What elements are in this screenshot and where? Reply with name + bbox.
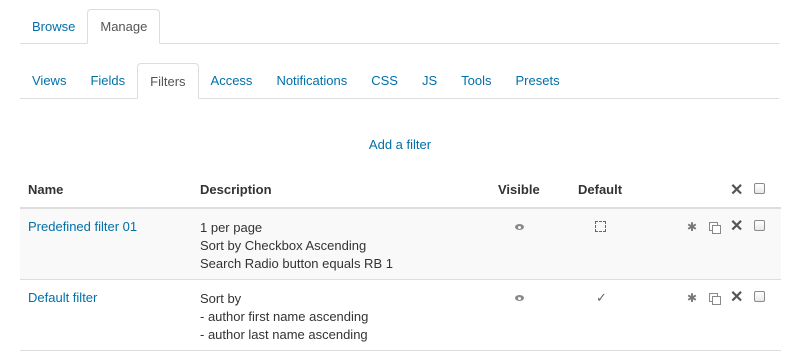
tab-notifications[interactable]: Notifications [264, 63, 359, 98]
header-default: Default [578, 182, 623, 197]
row-select-checkbox[interactable] [754, 291, 765, 302]
tab-filters[interactable]: Filters [137, 63, 199, 99]
description-line: - author last name ascending [200, 327, 368, 342]
dashed-square-icon[interactable] [595, 221, 606, 232]
filter-name-link[interactable]: Predefined filter 01 [28, 219, 137, 234]
select-all-checkbox[interactable] [754, 183, 765, 194]
header-name: Name [28, 182, 64, 197]
description-line: 1 per page [200, 220, 263, 235]
gear-icon[interactable]: ✱ [687, 292, 697, 304]
header-description: Description [200, 182, 272, 197]
description-line: Search Radio button equals RB 1 [200, 256, 393, 271]
duplicate-icon[interactable] [709, 293, 721, 305]
tab-tools[interactable]: Tools [449, 63, 503, 98]
delete-selected-icon[interactable]: ✕ [730, 183, 743, 199]
duplicate-icon[interactable] [709, 222, 721, 234]
add-filter-container: Add a filter [0, 137, 800, 152]
table-row: Predefined filter 01 1 per page Sort by … [20, 209, 781, 280]
filter-description: 1 per page Sort by Checkbox Ascending Se… [200, 219, 393, 273]
delete-icon[interactable]: ✕ [730, 290, 743, 306]
checkmark-icon[interactable]: ✓ [596, 291, 607, 304]
row-select-checkbox[interactable] [754, 220, 765, 231]
tab-css[interactable]: CSS [359, 63, 410, 98]
secondary-tabs: Views Fields Filters Access Notification… [20, 63, 779, 99]
gear-icon[interactable]: ✱ [687, 221, 697, 233]
primary-tabs: Browse Manage [20, 9, 779, 44]
eye-icon[interactable] [515, 295, 524, 301]
tab-access[interactable]: Access [199, 63, 265, 98]
table-row: Default filter Sort by - author first na… [20, 280, 781, 351]
description-line: - author first name ascending [200, 309, 369, 324]
tab-views[interactable]: Views [20, 63, 78, 98]
header-visible: Visible [498, 182, 540, 197]
tab-js[interactable]: JS [410, 63, 449, 98]
eye-icon[interactable] [515, 224, 524, 230]
tab-manage[interactable]: Manage [87, 9, 161, 44]
tab-presets[interactable]: Presets [504, 63, 572, 98]
filter-name-link[interactable]: Default filter [28, 290, 97, 305]
description-line: Sort by Checkbox Ascending [200, 238, 367, 253]
add-filter-link[interactable]: Add a filter [369, 137, 431, 152]
table-header: Name Description Visible Default ✕ [20, 172, 781, 209]
tab-browse[interactable]: Browse [20, 9, 87, 43]
filter-description: Sort by - author first name ascending - … [200, 290, 368, 344]
filters-table: Name Description Visible Default ✕ Prede… [20, 172, 781, 351]
description-line: Sort by [200, 291, 242, 306]
delete-icon[interactable]: ✕ [730, 219, 743, 235]
tab-fields[interactable]: Fields [78, 63, 137, 98]
